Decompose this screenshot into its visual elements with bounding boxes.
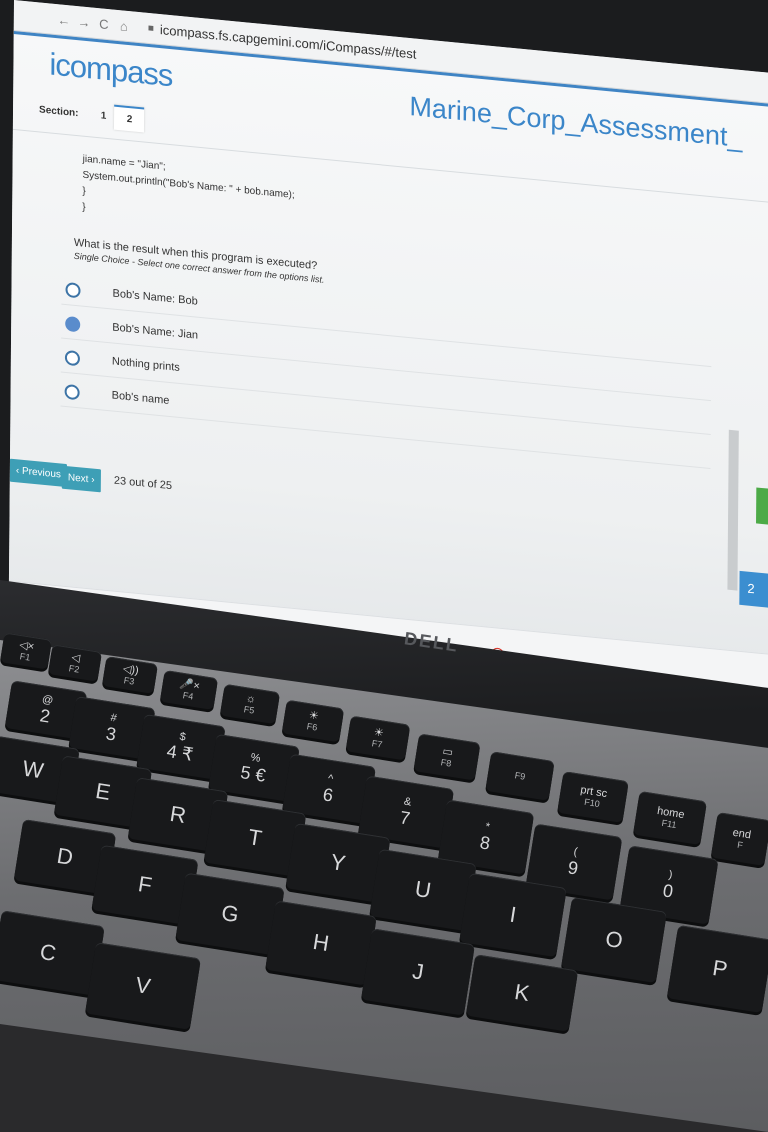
- code-line: }: [82, 201, 86, 213]
- forward-icon[interactable]: →: [74, 13, 94, 30]
- side-question-button[interactable]: 2: [739, 570, 768, 608]
- answer-option-label: Nothing prints: [111, 355, 180, 374]
- side-status-green[interactable]: [756, 487, 768, 525]
- section-tabs: Section: 1 2: [39, 97, 145, 133]
- radio-button[interactable]: [64, 349, 80, 366]
- answer-option-label: Bob's Name: Jian: [112, 321, 199, 342]
- key-o[interactable]: O: [560, 896, 668, 984]
- radio-button[interactable]: [64, 383, 80, 400]
- home-icon[interactable]: ⌂: [114, 17, 134, 34]
- next-button[interactable]: Next ›: [61, 465, 101, 493]
- key-i[interactable]: I: [459, 872, 567, 958]
- code-line: }: [82, 185, 86, 197]
- key-f12[interactable]: end F: [710, 812, 768, 866]
- radio-button-selected[interactable]: [65, 315, 81, 332]
- previous-button[interactable]: ‹ Previous: [9, 458, 68, 488]
- radio-button[interactable]: [65, 281, 81, 298]
- code-line: System.out.println("Bob's Name: " + bob.…: [82, 169, 295, 202]
- section-tab-1[interactable]: 1: [92, 104, 114, 129]
- answer-option-label: Bob's name: [111, 389, 170, 407]
- scrollbar[interactable]: [727, 429, 739, 591]
- reload-icon[interactable]: C: [94, 15, 114, 32]
- assessment-title: Marine_Corp_Assessment_: [409, 91, 743, 154]
- code-line: jian.name = "Jian";: [82, 153, 166, 173]
- key-p[interactable]: P: [666, 924, 768, 1014]
- section-tab-2[interactable]: 2: [114, 104, 145, 133]
- answer-option-label: Bob's Name: Bob: [112, 287, 198, 308]
- back-icon[interactable]: ←: [54, 11, 74, 28]
- section-label: Section:: [39, 104, 79, 120]
- question-counter: 23 out of 25: [113, 474, 173, 493]
- lock-icon: ■: [147, 22, 154, 34]
- icompass-logo: icompass: [49, 46, 173, 94]
